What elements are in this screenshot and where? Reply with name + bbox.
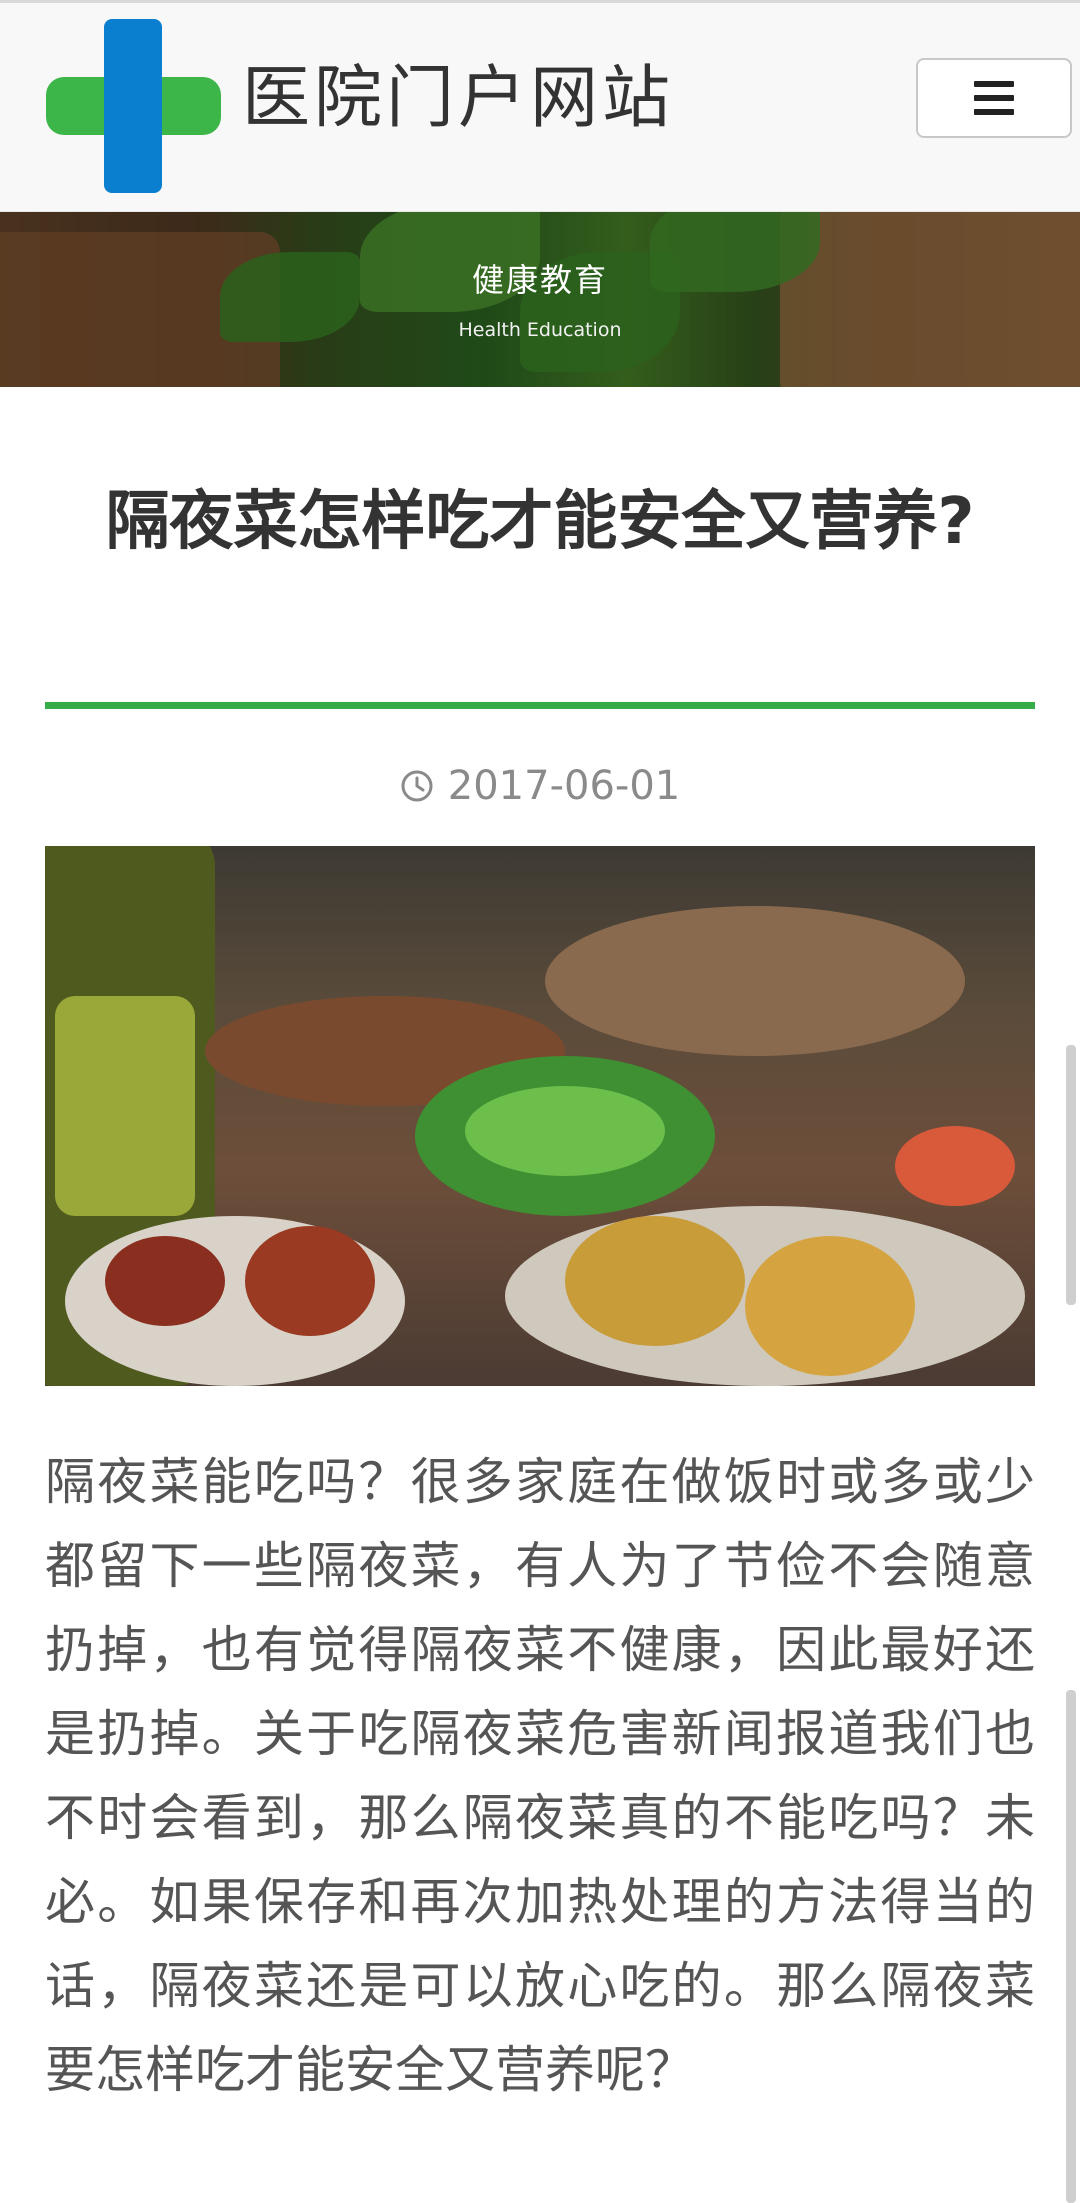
article-date: 2017-06-01 [447, 763, 681, 809]
clock-icon [400, 760, 434, 802]
site-name[interactable]: 医院门户网站 [242, 59, 674, 139]
menu-toggle-button[interactable] [916, 58, 1072, 138]
article-body: 隔夜菜能吃吗？很多家庭在做饭时或多或少都留下一些隔夜菜，有人为了节俭不会随意扔掉… [45, 1453, 1035, 2099]
scrollbar-thumb[interactable] [1066, 1690, 1076, 2203]
medical-cross-icon[interactable] [46, 19, 221, 193]
article-title: 隔夜菜怎样吃才能安全又营养? [105, 485, 975, 559]
section-subtitle: Health Education [458, 319, 622, 341]
article-meta: 2017-06-01 [0, 756, 1080, 816]
site-header: 医院门户网站 [0, 3, 1080, 212]
hamburger-menu-icon [974, 81, 1014, 115]
section-banner: 健康教育 Health Education [0, 212, 1080, 387]
scrollbar-thumb[interactable] [1066, 1045, 1076, 1305]
section-title: 健康教育 [471, 261, 608, 299]
title-divider [45, 702, 1035, 709]
article-image [45, 846, 1035, 1386]
